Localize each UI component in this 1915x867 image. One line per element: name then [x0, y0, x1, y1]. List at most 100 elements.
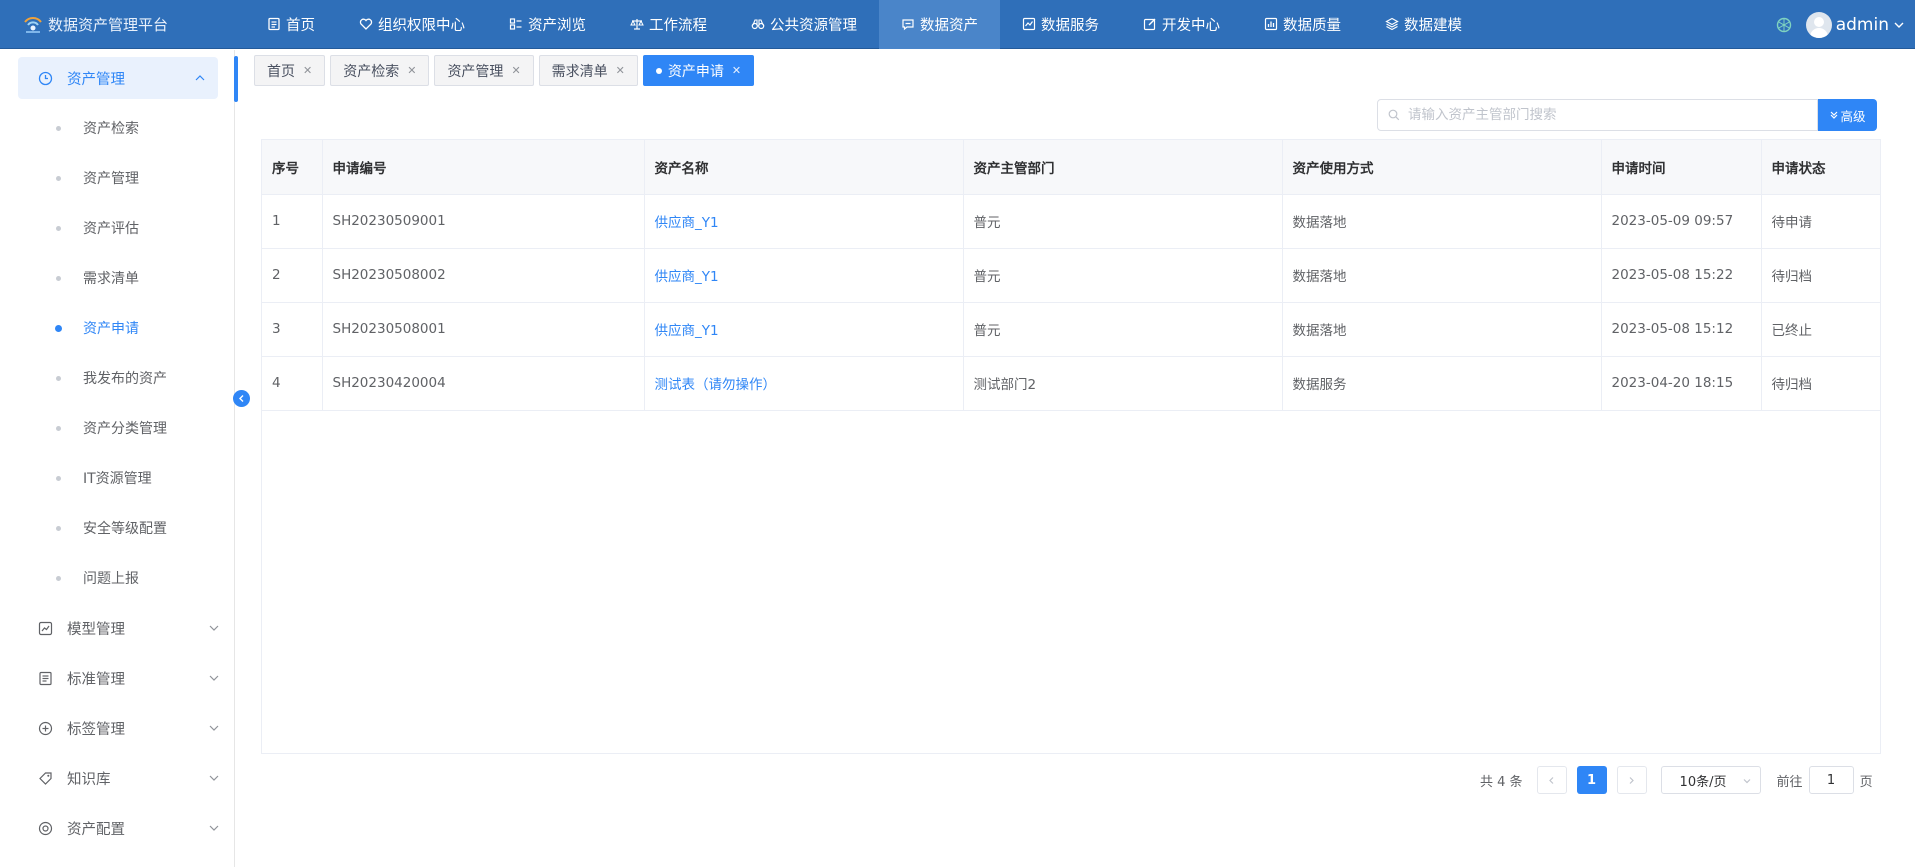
sidebar-item-label: 问题上报: [83, 571, 139, 587]
nav-item-dev-center[interactable]: 开发中心: [1121, 0, 1242, 49]
bullet-icon: [55, 324, 62, 332]
nav-item-data-quality[interactable]: 数据质量: [1242, 0, 1363, 49]
openai-logo-icon[interactable]: [1774, 15, 1794, 35]
sidebar-group-asset-management[interactable]: 资产管理: [18, 57, 218, 99]
bullet-icon: [56, 275, 61, 281]
tab-home[interactable]: 首页 ✕: [254, 55, 326, 86]
pagination: 共 4 条 1 10条/页 前往 页: [1480, 766, 1873, 794]
table-row: 4 SH20230420004 测试表（请勿操作） 测试部门2 数据服务 202…: [262, 356, 1880, 411]
app-title: 数据资产管理平台: [48, 15, 169, 34]
sidebar-group-label: 标签管理: [67, 721, 125, 738]
table-row: 2 SH20230508002 供应商_Y1 普元 数据落地 2023-05-0…: [262, 248, 1880, 303]
nav-item-data-service[interactable]: 数据服务: [1000, 0, 1121, 49]
bullet-icon: [56, 375, 61, 381]
sidebar-group-knowledge-base[interactable]: 知识库: [0, 753, 234, 803]
close-icon[interactable]: ✕: [407, 64, 416, 77]
nav-label: 首页: [286, 17, 315, 34]
nav-item-org-permission[interactable]: 组织权限中心: [337, 0, 487, 49]
nav-item-data-asset[interactable]: 数据资产: [879, 0, 1000, 49]
avatar[interactable]: [1805, 11, 1832, 38]
sidebar-group-tag-management[interactable]: 标签管理: [0, 703, 234, 753]
cell-apply-no: SH20230508002: [322, 248, 645, 303]
nav-label: 数据质量: [1283, 17, 1341, 34]
cell-department: 普元: [963, 302, 1283, 357]
prev-page-button[interactable]: [1536, 766, 1567, 794]
cell-usage: 数据服务: [1282, 356, 1602, 411]
nav-label: 组织权限中心: [378, 17, 465, 34]
sidebar-collapse-button[interactable]: [233, 390, 250, 407]
goto-page-input[interactable]: [1808, 766, 1854, 794]
search-icon: [1388, 109, 1400, 121]
double-chevron-down-icon: [1831, 111, 1838, 119]
chevron-left-icon: [239, 395, 244, 402]
page-size-value: 10条/页: [1679, 774, 1727, 790]
sidebar-group-label: 资产管理: [67, 71, 125, 88]
next-page-button[interactable]: [1616, 766, 1647, 794]
user-name[interactable]: admin: [1836, 15, 1889, 35]
chevron-down-icon: [209, 775, 219, 781]
tab-asset-search[interactable]: 资产检索 ✕: [330, 55, 430, 86]
nav-item-public-resource[interactable]: 公共资源管理: [729, 0, 879, 49]
bullet-icon: [56, 175, 61, 181]
tab-demand-list[interactable]: 需求清单 ✕: [538, 55, 638, 86]
close-icon[interactable]: ✕: [511, 64, 520, 77]
chevron-down-icon[interactable]: [1893, 19, 1905, 31]
close-icon[interactable]: ✕: [303, 64, 312, 77]
brand[interactable]: 数据资产管理平台: [0, 0, 245, 49]
close-icon[interactable]: ✕: [616, 64, 625, 77]
cell-asset-name: 供应商_Y1: [644, 248, 964, 303]
sidebar-item-it-resource[interactable]: IT资源管理: [0, 453, 234, 503]
advanced-search-button[interactable]: 高级: [1818, 99, 1877, 131]
chevron-down-icon: [209, 625, 219, 631]
sidebar-item-label: 需求清单: [83, 271, 139, 287]
column-header: 申请时间: [1601, 140, 1762, 195]
sidebar-item-asset-evaluate[interactable]: 资产评估: [0, 203, 234, 253]
page-size-select[interactable]: 10条/页: [1660, 766, 1761, 794]
page-number-button[interactable]: 1: [1576, 766, 1607, 794]
sidebar-group-model-management[interactable]: 模型管理: [0, 603, 234, 653]
edit-icon: [1143, 18, 1156, 31]
tab-asset-manage[interactable]: 资产管理 ✕: [434, 55, 534, 86]
chevron-down-icon: [209, 675, 219, 681]
asset-name-link[interactable]: 测试表（请勿操作）: [655, 377, 777, 393]
asset-name-link[interactable]: 供应商_Y1: [655, 269, 719, 285]
cell-department: 测试部门2: [963, 356, 1283, 411]
nav-label: 工作流程: [649, 17, 707, 34]
sidebar-item-issue-report[interactable]: 问题上报: [0, 553, 234, 603]
sidebar-item-security-level[interactable]: 安全等级配置: [0, 503, 234, 553]
cell-index: 1: [262, 194, 323, 249]
cell-apply-no: SH20230509001: [322, 194, 645, 249]
sidebar-group-label: 知识库: [67, 771, 111, 788]
chevron-down-icon: [209, 825, 219, 831]
sidebar-item-asset-apply[interactable]: 资产申请: [0, 303, 234, 353]
nav-label: 数据资产: [920, 17, 978, 34]
close-icon[interactable]: ✕: [732, 64, 741, 77]
sidebar-item-asset-manage[interactable]: 资产管理: [0, 153, 234, 203]
sidebar-scrollbar[interactable]: [234, 56, 238, 102]
sidebar-item-my-published[interactable]: 我发布的资产: [0, 353, 234, 403]
asset-name-link[interactable]: 供应商_Y1: [655, 323, 719, 339]
heart-shield-icon: [359, 18, 373, 30]
table-header-row: 序号 申请编号 资产名称 资产主管部门 资产使用方式 申请时间 申请状态: [262, 140, 1880, 195]
cell-apply-time: 2023-05-09 09:57: [1601, 194, 1762, 249]
nav-item-workflow[interactable]: 工作流程: [608, 0, 729, 49]
sidebar-group-asset-config[interactable]: 资产配置: [0, 803, 234, 853]
bullet-icon: [56, 525, 61, 531]
layers-icon: [1385, 17, 1399, 31]
cell-apply-no: SH20230508001: [322, 302, 645, 357]
chevron-up-icon: [195, 75, 205, 81]
tab-asset-apply[interactable]: 资产申请 ✕: [642, 55, 755, 86]
nav-item-home[interactable]: 首页: [245, 0, 337, 49]
asset-name-link[interactable]: 供应商_Y1: [655, 215, 719, 231]
sidebar-item-demand-list[interactable]: 需求清单: [0, 253, 234, 303]
chevron-right-icon: [1629, 776, 1634, 784]
nav-item-data-modeling[interactable]: 数据建模: [1363, 0, 1484, 49]
nav-item-asset-browse[interactable]: 资产浏览: [487, 0, 608, 49]
chevron-left-icon: [1549, 776, 1554, 784]
search-box: [1377, 99, 1818, 131]
sidebar-item-label: 资产申请: [83, 321, 139, 337]
sidebar-item-asset-search[interactable]: 资产检索: [0, 103, 234, 153]
search-input[interactable]: [1408, 107, 1798, 123]
sidebar-group-standard-management[interactable]: 标准管理: [0, 653, 234, 703]
sidebar-item-asset-category[interactable]: 资产分类管理: [0, 403, 234, 453]
